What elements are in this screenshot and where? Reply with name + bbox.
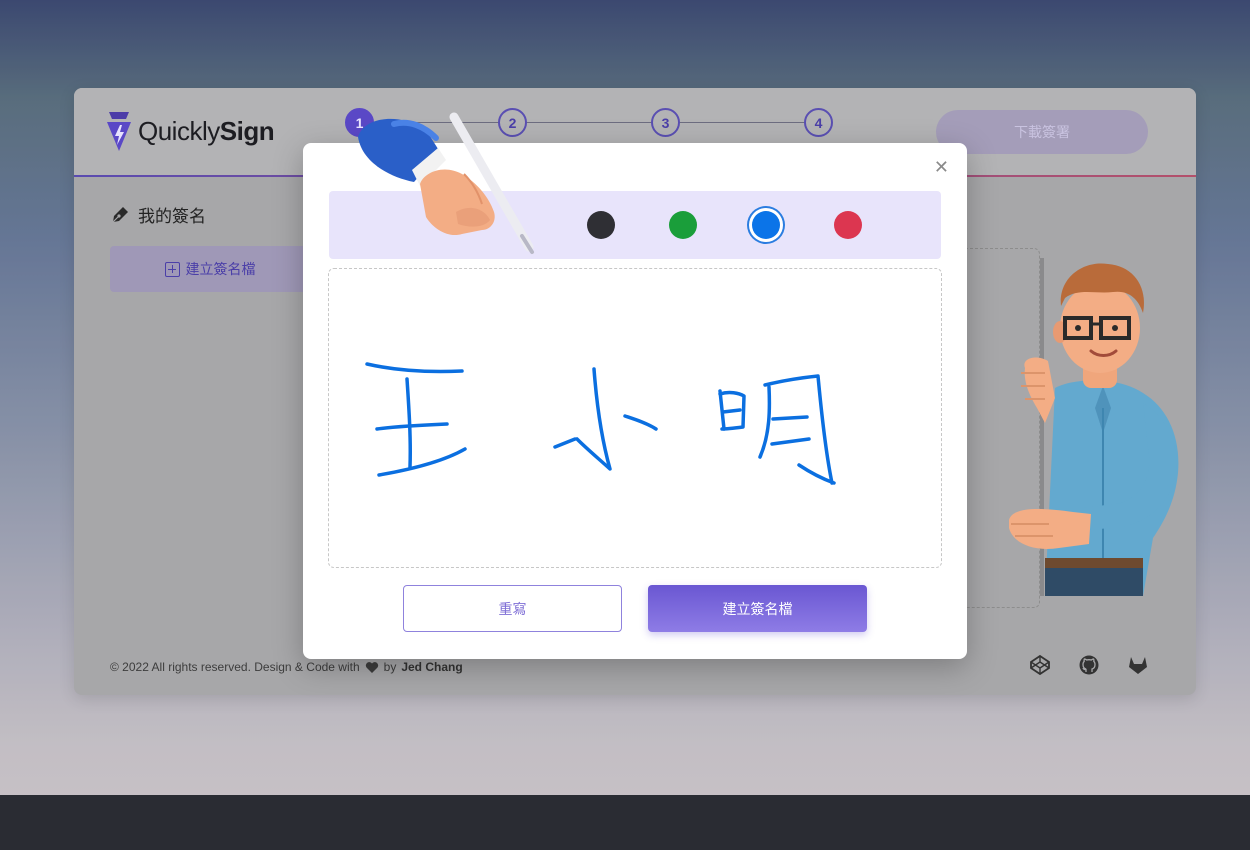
- create-signature-submit-button[interactable]: 建立簽名檔: [648, 585, 867, 632]
- signature-canvas[interactable]: [328, 268, 942, 568]
- download-button[interactable]: 下載簽署: [936, 110, 1148, 154]
- github-icon[interactable]: [1078, 654, 1100, 676]
- reset-button[interactable]: 重寫: [403, 585, 622, 632]
- create-signature-button[interactable]: 建立簽名檔: [110, 246, 310, 292]
- by-text: by: [383, 660, 397, 674]
- copyright-text: © 2022 All rights reserved. Design & Cod…: [110, 660, 360, 674]
- codepen-icon[interactable]: [1029, 654, 1051, 676]
- handwritten-signature: [365, 362, 836, 485]
- step-4[interactable]: 4: [804, 108, 833, 137]
- pen-nib-icon: [112, 206, 128, 222]
- my-signatures-heading: 我的簽名: [110, 202, 206, 227]
- author-link[interactable]: Jed Chang: [401, 660, 462, 674]
- color-swatch-red[interactable]: [834, 211, 862, 239]
- logo-text: QuicklySign: [138, 115, 275, 146]
- heart-icon: [365, 661, 378, 673]
- step-3[interactable]: 3: [651, 108, 680, 137]
- social-links: [1029, 654, 1149, 676]
- plus-square-icon: [164, 261, 180, 277]
- gitlab-icon[interactable]: [1127, 654, 1149, 676]
- section-title-text: 我的簽名: [138, 207, 206, 226]
- hand-holding-pen-illustration: [358, 112, 534, 254]
- character-illustration: [1009, 258, 1179, 596]
- color-swatch-green[interactable]: [669, 211, 697, 239]
- footer: © 2022 All rights reserved. Design & Cod…: [110, 660, 463, 674]
- color-swatch-blue[interactable]: [752, 211, 780, 239]
- page-bottom-bar: [0, 795, 1250, 850]
- logo-pen-icon: [107, 112, 131, 151]
- color-swatch-black[interactable]: [587, 211, 615, 239]
- create-signature-label: 建立簽名檔: [185, 261, 256, 277]
- close-icon[interactable]: ✕: [934, 158, 949, 176]
- logo[interactable]: QuicklySign: [104, 110, 275, 152]
